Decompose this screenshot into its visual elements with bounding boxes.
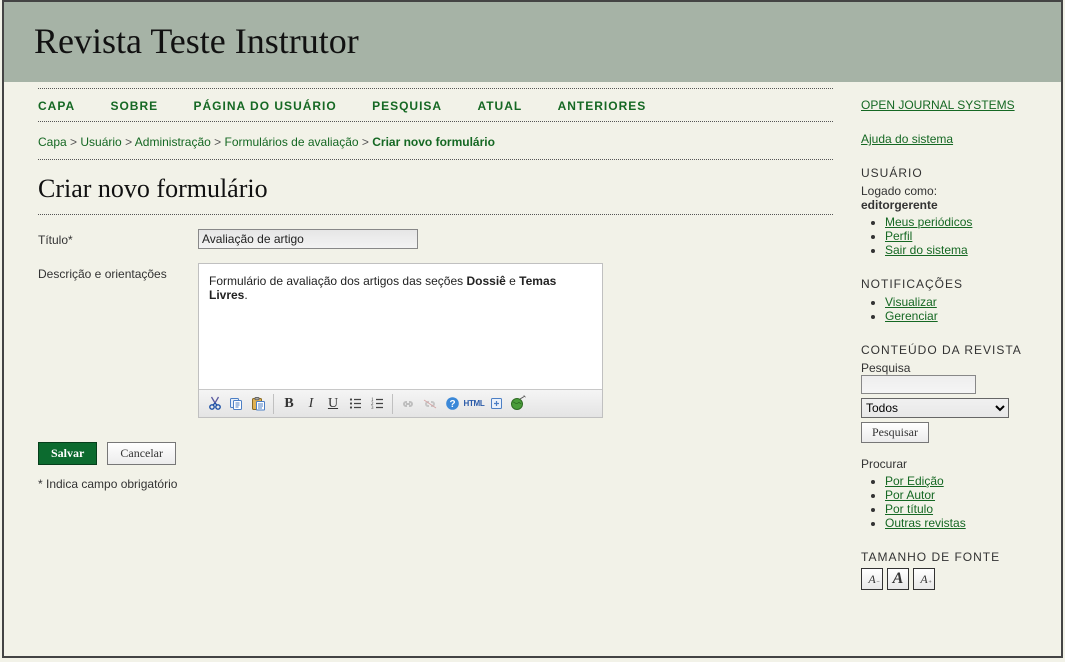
- nav-atual[interactable]: ATUAL: [477, 99, 522, 113]
- unordered-list-icon[interactable]: [344, 393, 366, 415]
- notif-manage-link[interactable]: Gerenciar: [885, 309, 938, 323]
- crumb-capa[interactable]: Capa: [38, 135, 67, 149]
- underline-icon[interactable]: U: [322, 393, 344, 415]
- journal-title: Revista Teste Instrutor: [34, 20, 1031, 62]
- browse-author-link[interactable]: Por Autor: [885, 488, 935, 502]
- font-size-title: TAMANHO DE FONTE: [861, 550, 1039, 564]
- breadcrumb: Capa > Usuário > Administração > Formulá…: [38, 122, 833, 160]
- link-icon[interactable]: [397, 393, 419, 415]
- world-icon[interactable]: [507, 393, 529, 415]
- search-scope-select[interactable]: Todos: [861, 398, 1009, 418]
- font-large-button[interactable]: A⁺: [913, 568, 935, 590]
- username: editorgerente: [861, 198, 1039, 212]
- clean-icon[interactable]: [485, 393, 507, 415]
- unlink-icon[interactable]: [419, 393, 441, 415]
- primary-nav: CAPA SOBRE PÁGINA DO USUÁRIO PESQUISA AT…: [38, 88, 833, 122]
- nav-pagina-usuario[interactable]: PÁGINA DO USUÁRIO: [194, 99, 337, 113]
- ordered-list-icon[interactable]: 123: [366, 393, 388, 415]
- sidebar: OPEN JOURNAL SYSTEMS Ajuda do sistema US…: [861, 82, 1061, 610]
- notif-view-link[interactable]: Visualizar: [885, 295, 937, 309]
- crumb-administracao[interactable]: Administração: [135, 135, 211, 149]
- save-button[interactable]: Salvar: [38, 442, 97, 465]
- titulo-input[interactable]: [198, 229, 418, 249]
- logout-link[interactable]: Sair do sistema: [885, 243, 968, 257]
- label-descricao: Descrição e orientações: [38, 263, 198, 281]
- sidebar-search-button[interactable]: Pesquisar: [861, 422, 929, 443]
- editor-content[interactable]: Formulário de avaliação dos artigos das …: [199, 264, 602, 389]
- nav-sobre[interactable]: SOBRE: [110, 99, 158, 113]
- sidebar-search-input[interactable]: [861, 375, 976, 394]
- html-icon[interactable]: HTML: [463, 393, 485, 415]
- notif-title: NOTIFICAÇÕES: [861, 277, 1039, 291]
- browse-other-link[interactable]: Outras revistas: [885, 516, 966, 530]
- font-medium-button[interactable]: A: [887, 568, 909, 590]
- svg-text:?: ?: [449, 399, 455, 410]
- required-note: * Indica campo obrigatório: [38, 477, 833, 491]
- cancel-button[interactable]: Cancelar: [107, 442, 176, 465]
- profile-link[interactable]: Perfil: [885, 229, 912, 243]
- paste-icon[interactable]: [247, 393, 269, 415]
- crumb-usuario[interactable]: Usuário: [80, 135, 121, 149]
- page-title: Criar novo formulário: [38, 174, 833, 215]
- label-titulo: Título*: [38, 229, 198, 247]
- browse-label: Procurar: [861, 457, 1039, 471]
- editor-toolbar: B I U 123: [199, 389, 602, 417]
- cut-icon[interactable]: [203, 393, 225, 415]
- italic-icon[interactable]: I: [300, 393, 322, 415]
- bold-icon[interactable]: B: [278, 393, 300, 415]
- content-title: CONTEÚDO DA REVISTA: [861, 343, 1039, 357]
- browse-issue-link[interactable]: Por Edição: [885, 474, 944, 488]
- user-block-title: USUÁRIO: [861, 166, 1039, 180]
- rich-text-editor: Formulário de avaliação dos artigos das …: [198, 263, 603, 418]
- nav-pesquisa[interactable]: PESQUISA: [372, 99, 442, 113]
- nav-anteriores[interactable]: ANTERIORES: [558, 99, 647, 113]
- site-header: Revista Teste Instrutor: [4, 2, 1061, 82]
- crumb-current: Criar novo formulário: [372, 135, 495, 149]
- browse-title-link[interactable]: Por título: [885, 502, 933, 516]
- search-label: Pesquisa: [861, 361, 1039, 375]
- help-icon[interactable]: ?: [441, 393, 463, 415]
- copy-icon[interactable]: [225, 393, 247, 415]
- svg-text:3: 3: [371, 406, 374, 411]
- logged-as-label: Logado como:: [861, 184, 1039, 198]
- font-small-button[interactable]: A⁻: [861, 568, 883, 590]
- ojs-link[interactable]: OPEN JOURNAL SYSTEMS: [861, 98, 1015, 112]
- system-help-link[interactable]: Ajuda do sistema: [861, 132, 953, 146]
- nav-capa[interactable]: CAPA: [38, 99, 75, 113]
- my-journals-link[interactable]: Meus periódicos: [885, 215, 972, 229]
- crumb-formularios[interactable]: Formulários de avaliação: [224, 135, 358, 149]
